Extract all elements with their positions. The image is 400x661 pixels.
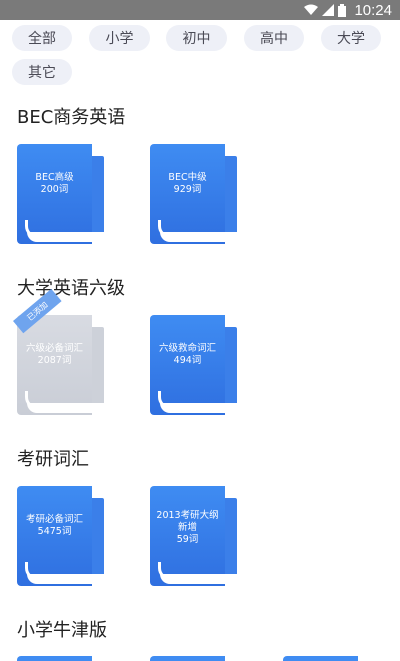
book-name: 2013考研大纲新增 <box>156 510 219 533</box>
book-name: BEC中级 <box>168 172 207 183</box>
book-card[interactable]: BEC中级 929词 <box>150 144 242 244</box>
book-card[interactable]: 已添加 六级必备词汇 2087词 <box>13 288 109 415</box>
book-name: 六级必备词汇 <box>25 343 83 354</box>
section-title: 大学英语六级 <box>17 278 125 299</box>
book-count: 200词 <box>40 184 69 195</box>
status-bar: 10:24 <box>0 0 400 20</box>
book-label: 考研必备词汇 5475词 <box>17 514 92 538</box>
book-count: 929词 <box>173 184 202 195</box>
book-label: 六级必备词汇 2087词 <box>17 343 92 367</box>
filter-chip-senior[interactable]: 高中 <box>244 25 304 51</box>
book-card-partial[interactable] <box>17 656 92 661</box>
book-card[interactable]: 2013考研大纲新增 59词 <box>150 486 242 586</box>
book-label: 六级救命词汇 494词 <box>150 343 225 367</box>
signal-icon <box>322 4 335 16</box>
filter-chip-other[interactable]: 其它 <box>12 59 72 85</box>
book-card-partial[interactable] <box>283 656 358 661</box>
book-name: 六级救命词汇 <box>158 343 216 354</box>
book-name: 考研必备词汇 <box>25 514 83 525</box>
book-card[interactable]: 考研必备词汇 5475词 <box>17 486 109 586</box>
section-title: BEC商务英语 <box>17 107 126 128</box>
book-card-partial[interactable] <box>150 656 225 661</box>
section-title: 小学牛津版 <box>17 620 107 641</box>
wifi-icon <box>304 4 319 15</box>
book-label: BEC高级 200词 <box>17 172 92 196</box>
book-count: 2087词 <box>37 355 72 366</box>
book-label: 2013考研大纲新增 59词 <box>150 510 225 546</box>
filter-chip-college[interactable]: 大学 <box>321 25 381 51</box>
book-count: 494词 <box>173 355 202 366</box>
filter-chip-primary[interactable]: 小学 <box>89 25 150 51</box>
battery-icon <box>338 3 347 17</box>
filter-chip-junior[interactable]: 初中 <box>166 25 227 51</box>
book-card[interactable]: 六级救命词汇 494词 <box>150 315 242 415</box>
status-time: 10:24 <box>354 1 392 19</box>
book-count: 59词 <box>176 534 199 545</box>
book-count: 5475词 <box>37 526 72 537</box>
book-label: BEC中级 929词 <box>150 172 225 196</box>
filter-chip-all[interactable]: 全部 <box>12 25 72 51</box>
book-card[interactable]: BEC高级 200词 <box>17 144 109 244</box>
section-title: 考研词汇 <box>17 449 89 470</box>
book-name: BEC高级 <box>35 172 74 183</box>
